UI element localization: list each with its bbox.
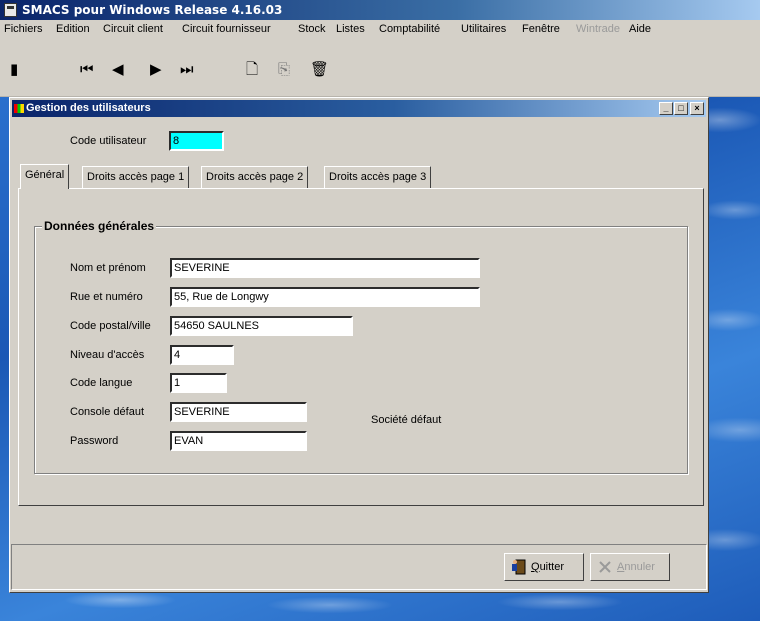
rue-numero-field[interactable]: 55, Rue de Longwy [170, 287, 480, 307]
quit-accel-key: Q [531, 561, 540, 573]
menu-circuit-client[interactable]: Circuit client [103, 23, 163, 35]
window-title: Gestion des utilisateurs [26, 102, 151, 114]
user-management-window: Gestion des utilisateurs _ □ × Code util… [9, 97, 709, 593]
tab-droits-acces-page-2[interactable]: Droits accès page 2 [201, 166, 309, 188]
niveau-acces-field[interactable]: 4 [170, 345, 234, 365]
maximize-button[interactable]: □ [674, 102, 688, 115]
menu-listes[interactable]: Listes [336, 23, 365, 35]
quit-button[interactable]: Quitter [504, 553, 584, 581]
window-icon [14, 104, 24, 113]
menu-bar: Fichiers Edition Circuit client Circuit … [0, 20, 760, 40]
tab-droits-acces-page-3[interactable]: Droits accès page 3 [324, 166, 432, 188]
exit-door-icon[interactable]: ▮ [10, 61, 18, 77]
password-field[interactable]: EVAN [170, 431, 307, 451]
code-langue-field[interactable]: 1 [170, 373, 227, 393]
cancel-x-icon [599, 561, 611, 573]
menu-edition[interactable]: Edition [56, 23, 90, 35]
menu-fichiers[interactable]: Fichiers [4, 23, 43, 35]
cancel-button: Annuler [590, 553, 670, 581]
menu-circuit-fournisseur[interactable]: Circuit fournisseur [182, 23, 271, 35]
first-record-icon[interactable]: ⏮ [80, 61, 94, 77]
societe-defaut-label: Société défaut [371, 414, 442, 426]
app-title: SMACS pour Windows Release 4.16.03 [22, 3, 283, 17]
niveau-acces-label: Niveau d'accès [70, 349, 145, 361]
calculator-app-icon [4, 3, 17, 17]
console-defaut-field[interactable]: SEVERINE [170, 402, 307, 422]
close-button[interactable]: × [690, 102, 704, 115]
next-record-icon[interactable]: ▶ [150, 61, 162, 77]
tab-general[interactable]: Général [20, 164, 70, 189]
donnees-generales-title: Données générales [42, 219, 157, 233]
toolbar: ▮ ⏮ ◀ ▶ ⏭ 🗋 ⎘ 🗑 [0, 40, 760, 97]
menu-utilitaires[interactable]: Utilitaires [461, 23, 506, 35]
menu-wintrade: Wintrade [576, 23, 621, 35]
menu-comptabilite[interactable]: Comptabilité [379, 23, 440, 35]
console-defaut-label: Console défaut [70, 406, 144, 418]
delete-trash-icon[interactable]: 🗑 [310, 61, 329, 77]
new-document-icon[interactable]: 🗋 [246, 61, 258, 77]
code-utilisateur-field[interactable]: 8 [169, 131, 224, 151]
previous-record-icon[interactable]: ◀ [112, 61, 124, 77]
code-langue-label: Code langue [70, 377, 133, 389]
menu-aide[interactable]: Aide [629, 23, 651, 35]
quit-label-rest: uitter [539, 561, 565, 573]
exit-door-icon [512, 559, 526, 575]
rue-numero-label: Rue et numéro [70, 291, 143, 303]
button-bar: Quitter Annuler [11, 544, 707, 590]
app-title-bar: SMACS pour Windows Release 4.16.03 [0, 0, 760, 20]
menu-stock[interactable]: Stock [298, 23, 326, 35]
cancel-label-rest: nnuler [624, 561, 655, 573]
window-title-bar: Gestion des utilisateurs _ □ × [12, 100, 706, 117]
tab-droits-acces-page-1[interactable]: Droits accès page 1 [82, 166, 190, 188]
code-utilisateur-label: Code utilisateur [70, 135, 147, 147]
copy-document-icon[interactable]: ⎘ [278, 61, 290, 77]
minimize-button[interactable]: _ [659, 102, 673, 115]
password-label: Password [70, 435, 119, 447]
menu-fenetre[interactable]: Fenêtre [522, 23, 560, 35]
nom-prenom-label: Nom et prénom [70, 262, 146, 274]
last-record-icon[interactable]: ⏭ [180, 61, 194, 77]
code-postal-ville-label: Code postal/ville [70, 320, 151, 332]
code-postal-ville-field[interactable]: 54650 SAULNES [170, 316, 353, 336]
nom-prenom-field[interactable]: SEVERINE [170, 258, 480, 278]
